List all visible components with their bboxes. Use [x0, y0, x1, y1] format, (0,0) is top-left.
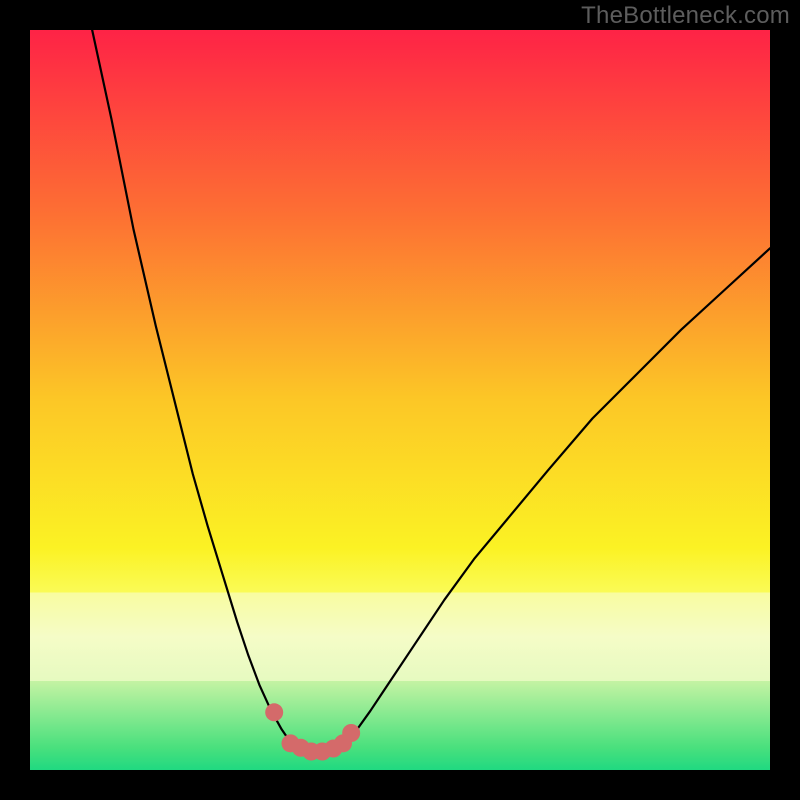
highlight-dot [342, 724, 360, 742]
chart-frame: TheBottleneck.com [0, 0, 800, 800]
bottleneck-chart [0, 0, 800, 800]
gradient-background [30, 30, 770, 770]
watermark-text: TheBottleneck.com [581, 2, 790, 30]
highlight-dot [265, 703, 283, 721]
